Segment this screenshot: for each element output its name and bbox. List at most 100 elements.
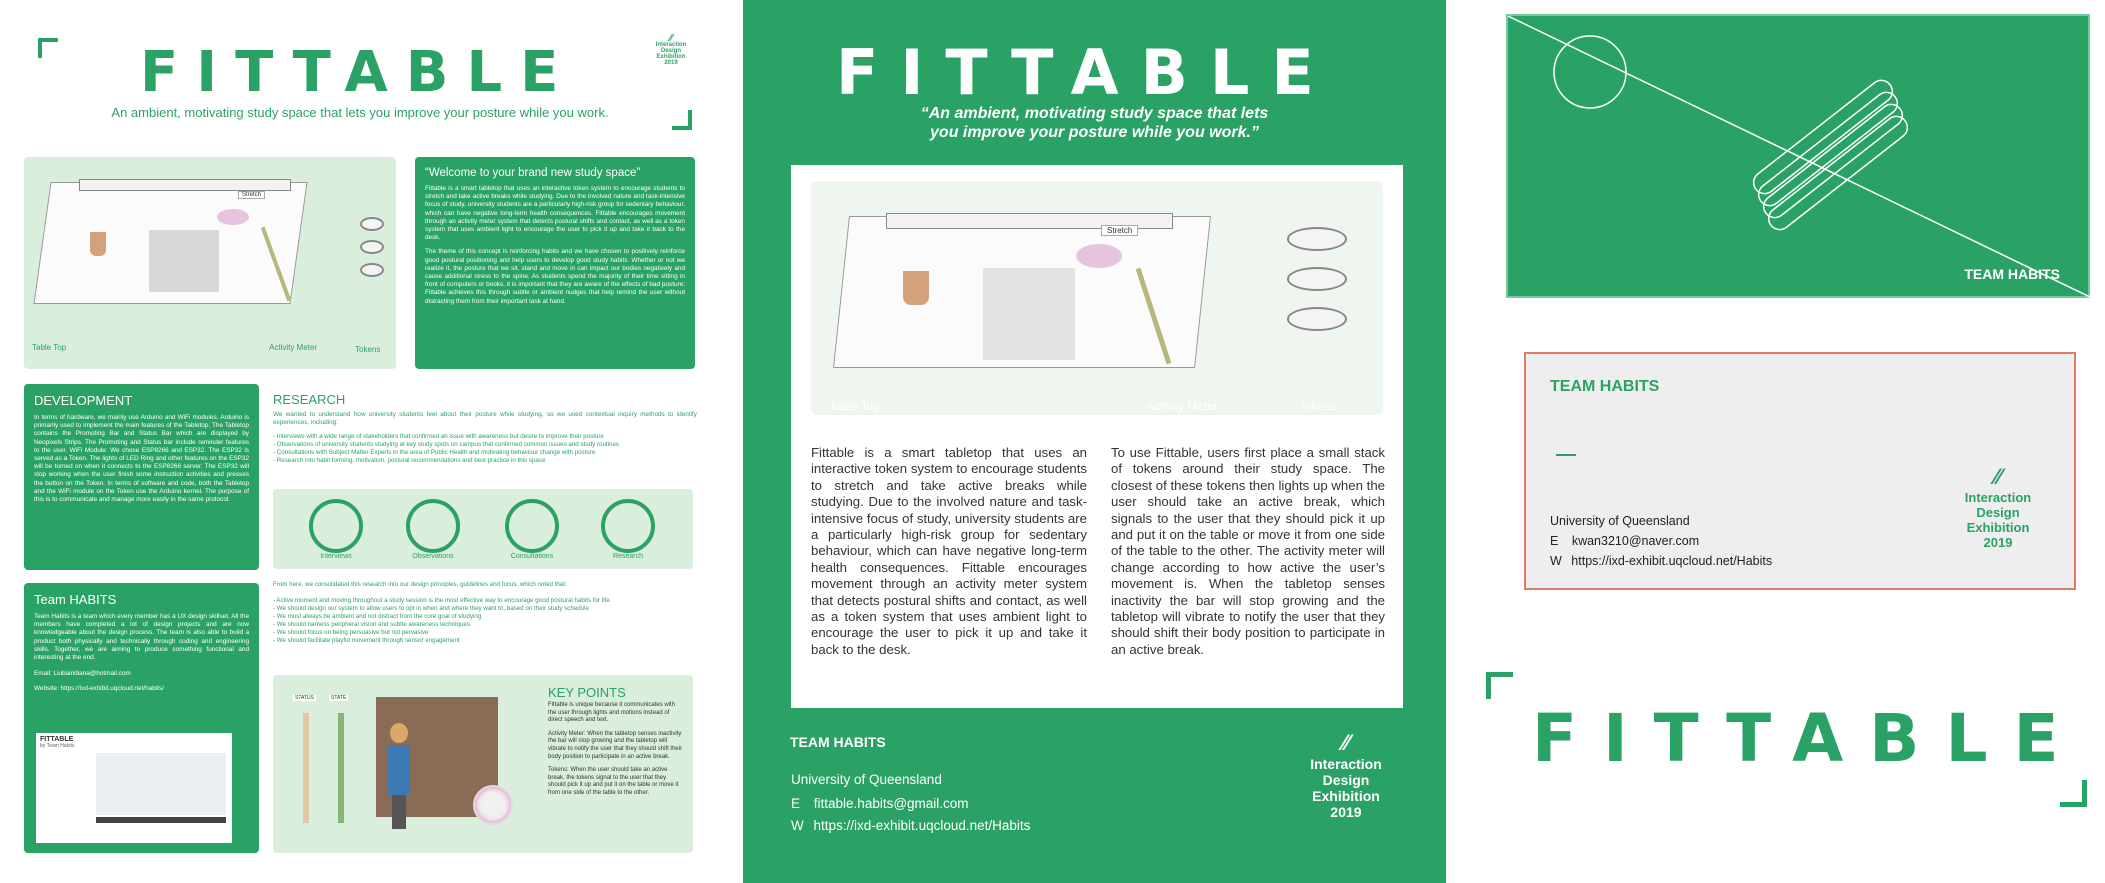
card-team-name: TEAM HABITS [1550,378,1660,395]
stretch-label: Stretch [238,191,266,199]
card-web-label: W [1550,554,1562,568]
video-sub: by Team Habits [40,743,75,749]
person-head [390,723,408,743]
person-legs [392,795,406,829]
badge-year: 2019 [1983,535,2013,550]
badge-year: 2019 [664,60,678,66]
laptop-shape [149,230,219,292]
token-icon [1287,267,1347,291]
web-row: W https://ixd-exhibit.uqcloud.net/Habits [791,818,1030,833]
exhibition-badge: ⁄⁄ Interaction Design Exhibition 2019 [650,34,692,67]
keypoints-panel: STATUS STATE KEY POINTS Fittable is uniq… [273,675,693,853]
stretch-label: Stretch [1101,225,1139,236]
corner-mark [38,38,58,58]
welcome-paragraph: Fittable is a smart tabletop that uses a… [425,185,685,242]
description-column-2: To use Fittable, users first place a sma… [1111,445,1385,657]
badge-line: Interaction [1310,756,1382,772]
card-email-row: E kwan3210@naver.com [1550,534,1699,548]
badge-line: Exhibition [1966,520,2030,535]
icon-label: Research [613,553,643,560]
token-icon [1287,227,1347,251]
description-column-1: Fittable is a smart tabletop that uses a… [811,445,1087,657]
table-top-label: Table Top [32,343,67,352]
corner-mark [2060,780,2087,807]
keypoints-p2: Activity Meter: When the tabletop senses… [548,730,683,760]
illustration-panel: Stretch Table Top Activity Meter Tokens [24,157,396,369]
list-item: - Active moment and moving throughout a … [273,597,612,604]
badge-icon: ⁄⁄ [1342,730,1350,755]
team-name: TEAM HABITS [790,734,886,750]
stretch-bar [79,179,291,191]
research-section: RESEARCH We wanted to understand how uni… [273,392,697,465]
email-row: E fittable.habits@gmail.com [791,796,969,811]
research-icon-item: Research [598,499,658,560]
development-text: In terms of hardware, we mainly use Ardu… [34,414,249,504]
tokens-label: Tokens [1299,399,1338,413]
card-email-label: E [1550,534,1559,548]
email-link[interactable]: fittable.habits@gmail.com [814,796,969,811]
poster-left: FITTABLE ⁄⁄ Interaction Design Exhibitio… [0,0,715,883]
web-link[interactable]: https://ixd-exhibit.uqcloud.net/Habits [814,818,1031,833]
team-text: Team Habits is a team which every member… [34,613,249,662]
principles-intro: From here, we consolidated this research… [273,581,567,588]
token-icon [1287,307,1347,331]
video-title: FITTABLE [40,736,74,743]
icon-label: Observations [412,553,454,560]
token-stack [473,785,513,825]
keypoints-text: Fittable is unique because it communicat… [548,702,683,798]
research-icon-item: Observations [403,499,463,560]
consultations-icon [505,499,559,553]
card-exhibition-badge: ⁄⁄ Interaction Design Exhibition 2019 [1946,464,2050,550]
list-item: - Research into habit forming, motivatio… [273,457,546,464]
email-label: E [791,796,801,811]
card-web-row: W https://ixd-exhibit.uqcloud.net/Habits [1550,554,1772,568]
tagline-line1: “An ambient, motivating study space that… [920,105,1269,122]
illustration-panel: Stretch Table Top Activity Meter Tokens [811,181,1383,415]
logo-title: FITTABLE [140,40,577,105]
card-web-link[interactable]: https://ixd-exhibit.uqcloud.net/Habits [1571,554,1772,568]
research-chart-icon [601,499,655,553]
keypoints-title: KEY POINTS [548,685,626,700]
laptop-shape [983,268,1075,360]
corner-mark [1486,672,1513,699]
graphic-card: TEAM HABITS [1506,14,2092,299]
list-item: - We must always be ambient and not dist… [273,613,482,620]
token-icon [360,263,384,277]
list-item: - We should focus on being persuasive bu… [273,629,429,636]
research-list: - Interviews with a wide range of stakeh… [273,433,697,465]
principles-section: From here, we consolidated this research… [273,581,697,645]
state-bar [338,713,344,823]
status-label: STATUS [293,695,316,701]
team-email: Email: Liubaindiana@hotmail.com [34,670,131,678]
logo-title: FITTABLE [836,36,1336,109]
badge-line: Design [1976,505,2020,520]
list-item: - Consultations with Subject Matter Expe… [273,449,596,456]
web-label: W [791,818,804,833]
card-email-link[interactable]: kwan3210@naver.com [1572,534,1699,548]
badge-icon: ⁄⁄ [1994,464,2002,489]
list-item: - We should harness peripheral vision an… [273,621,470,628]
observations-icon [406,499,460,553]
icon-label: Consultations [510,553,554,560]
team-website: Website: https://ixd-exhibit.uqcloud.net… [34,685,164,693]
welcome-card: “Welcome to your brand new study space” … [415,157,695,369]
tagline-line2: you improve your posture while you work.… [930,124,1259,141]
video-thumbnail: FITTABLE by Team Habits [36,733,232,843]
status-bar [303,713,309,823]
tagline: An ambient, motivating study space that … [111,105,609,120]
keypoints-p1: Fittable is unique because it communicat… [548,702,676,724]
list-item: - We should design our system to allow u… [273,605,589,612]
video-controls[interactable] [96,817,226,823]
card-university: University of Queensland [1550,514,1690,528]
graphic-lines [1508,16,2092,299]
welcome-paragraph: The theme of this concept is reinforcing… [425,248,685,305]
list-item: - Interviews with a wide range of stakeh… [273,433,604,440]
content-panel: Stretch Table Top Activity Meter Tokens … [791,165,1403,708]
research-title: RESEARCH [273,392,346,407]
token-icon [360,240,384,254]
icon-label: Interviews [320,553,352,560]
activity-meter-label: Activity Meter [269,343,318,352]
poster-center: FITTABLE “An ambient, motivating study s… [743,0,1446,883]
person-body [388,745,410,795]
cup-icon [90,232,106,256]
